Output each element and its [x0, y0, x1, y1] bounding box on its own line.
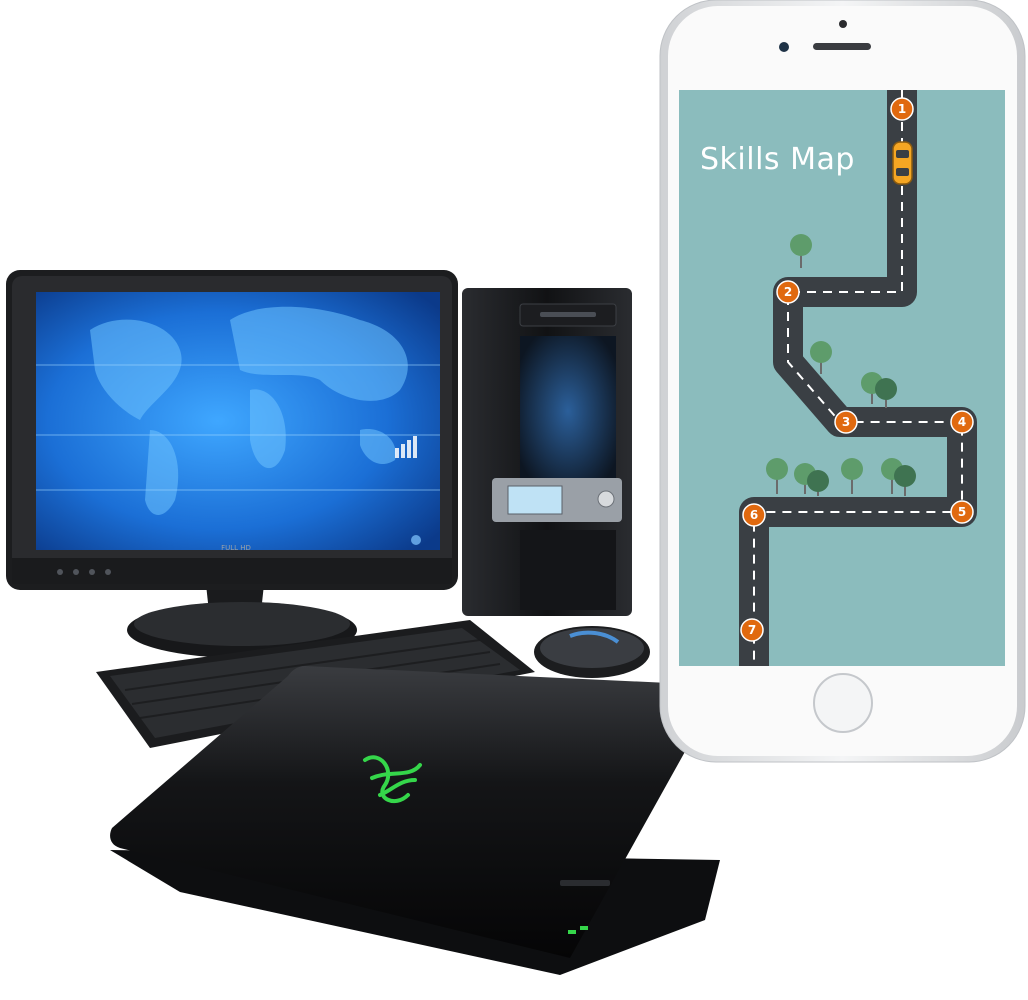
stop-label: 5	[958, 505, 966, 519]
pc-monitor: FULL HD	[6, 270, 458, 658]
skill-stop-7[interactable]: 7	[740, 618, 764, 642]
pc-tower	[462, 288, 632, 616]
skill-stop-5[interactable]: 5	[950, 500, 974, 524]
stop-label: 7	[748, 623, 756, 637]
car-icon	[892, 141, 913, 185]
stop-label: 2	[784, 285, 792, 299]
skill-stop-2[interactable]: 2	[776, 280, 800, 304]
phone-camera	[779, 42, 789, 52]
skill-stop-1[interactable]: 1	[890, 97, 914, 121]
stop-label: 1	[898, 102, 906, 116]
skill-stop-4[interactable]: 4	[950, 410, 974, 434]
phone-sensor	[839, 20, 847, 28]
home-button-icon[interactable]	[813, 673, 873, 733]
skill-stop-3[interactable]: 3	[834, 410, 858, 434]
skill-stop-6[interactable]: 6	[742, 503, 766, 527]
monitor-brand-text: FULL HD	[221, 544, 251, 552]
mouse	[534, 626, 650, 678]
phone-speaker	[813, 43, 871, 50]
stop-label: 4	[958, 415, 966, 429]
smartphone: 1 2 3 4 5 6 7	[659, 0, 1026, 763]
devices-illustration: FULL HD 1 2 3 4 5 6 7 Skills Map	[0, 0, 1028, 996]
stop-label: 6	[750, 508, 758, 522]
phone-screen-title: Skills Map	[700, 142, 855, 177]
stop-label: 3	[842, 415, 850, 429]
devices-svg: FULL HD 1 2 3 4 5 6 7	[6, 0, 1026, 975]
monitor-power-icon	[411, 535, 421, 545]
